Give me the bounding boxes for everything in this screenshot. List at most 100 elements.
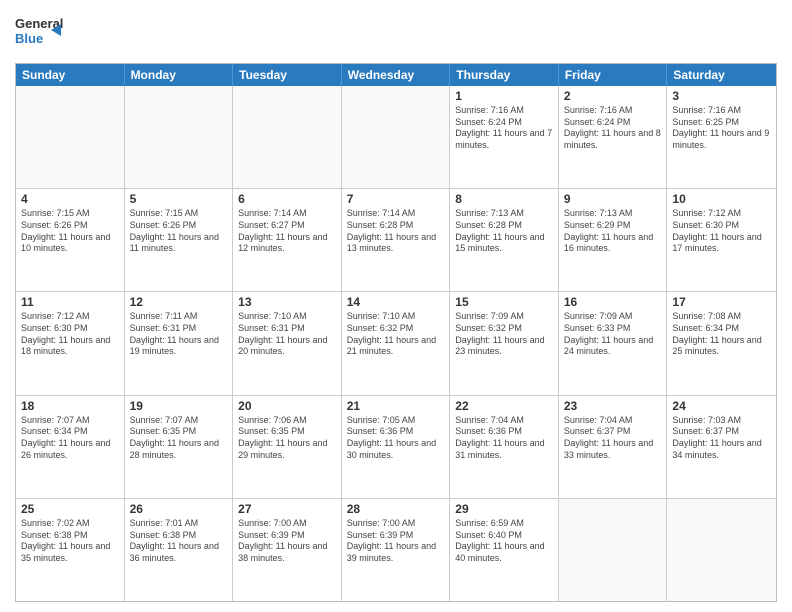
day-info: Sunrise: 7:00 AM Sunset: 6:39 PM Dayligh… — [238, 518, 336, 565]
day-info: Sunrise: 7:09 AM Sunset: 6:33 PM Dayligh… — [564, 311, 662, 358]
day-info: Sunrise: 7:07 AM Sunset: 6:35 PM Dayligh… — [130, 415, 228, 462]
header-cell-thursday: Thursday — [450, 64, 559, 86]
day-info: Sunrise: 7:07 AM Sunset: 6:34 PM Dayligh… — [21, 415, 119, 462]
day-info: Sunrise: 7:04 AM Sunset: 6:37 PM Dayligh… — [564, 415, 662, 462]
day-info: Sunrise: 7:03 AM Sunset: 6:37 PM Dayligh… — [672, 415, 771, 462]
day-cell-empty — [16, 86, 125, 188]
day-info: Sunrise: 7:05 AM Sunset: 6:36 PM Dayligh… — [347, 415, 445, 462]
day-cell-empty — [559, 499, 668, 601]
day-number: 3 — [672, 89, 771, 103]
day-number: 7 — [347, 192, 445, 206]
day-cell-12: 12 Sunrise: 7:11 AM Sunset: 6:31 PM Dayli… — [125, 292, 234, 394]
day-number: 5 — [130, 192, 228, 206]
day-cell-9: 9Sunrise: 7:13 AM Sunset: 6:29 PM Daylig… — [559, 189, 668, 291]
day-info: Sunrise: 7:12 AM Sunset: 6:30 PM Dayligh… — [21, 311, 119, 358]
day-info: Sunrise: 7:04 AM Sunset: 6:36 PM Dayligh… — [455, 415, 553, 462]
day-cell-22: 22 Sunrise: 7:04 AM Sunset: 6:36 PM Dayli… — [450, 396, 559, 498]
day-number: 13 — [238, 295, 336, 309]
calendar: SundayMondayTuesdayWednesdayThursdayFrid… — [15, 63, 777, 602]
day-number: 14 — [347, 295, 445, 309]
day-number: 20 — [238, 399, 336, 413]
day-number: 1 — [455, 89, 553, 103]
day-cell-13: 13 Sunrise: 7:10 AM Sunset: 6:31 PM Dayli… — [233, 292, 342, 394]
day-cell-empty — [125, 86, 234, 188]
day-cell-11: 11 Sunrise: 7:12 AM Sunset: 6:30 PM Dayli… — [16, 292, 125, 394]
day-info: Sunrise: 7:08 AM Sunset: 6:34 PM Dayligh… — [672, 311, 771, 358]
day-cell-empty — [342, 86, 451, 188]
day-number: 12 — [130, 295, 228, 309]
day-cell-8: 8 Sunrise: 7:13 AM Sunset: 6:28 PM Daylig… — [450, 189, 559, 291]
day-cell-empty — [667, 499, 776, 601]
day-cell-1: 1Sunrise: 7:16 AM Sunset: 6:24 PM Daylig… — [450, 86, 559, 188]
day-cell-empty — [233, 86, 342, 188]
day-number: 29 — [455, 502, 553, 516]
day-cell-24: 24 Sunrise: 7:03 AM Sunset: 6:37 PM Dayli… — [667, 396, 776, 498]
day-cell-25: 25 Sunrise: 7:02 AM Sunset: 6:38 PM Dayli… — [16, 499, 125, 601]
header-cell-tuesday: Tuesday — [233, 64, 342, 86]
day-cell-5: 5 Sunrise: 7:15 AM Sunset: 6:26 PM Daylig… — [125, 189, 234, 291]
day-number: 25 — [21, 502, 119, 516]
day-cell-27: 27 Sunrise: 7:00 AM Sunset: 6:39 PM Dayli… — [233, 499, 342, 601]
day-info: Sunrise: 7:13 AM Sunset: 6:28 PM Dayligh… — [455, 208, 553, 255]
header-cell-friday: Friday — [559, 64, 668, 86]
day-number: 16 — [564, 295, 662, 309]
day-cell-14: 14 Sunrise: 7:10 AM Sunset: 6:32 PM Dayli… — [342, 292, 451, 394]
day-number: 27 — [238, 502, 336, 516]
day-info: Sunrise: 7:12 AM Sunset: 6:30 PM Dayligh… — [672, 208, 771, 255]
logo: General Blue — [15, 10, 65, 55]
day-info: Sunrise: 7:06 AM Sunset: 6:35 PM Dayligh… — [238, 415, 336, 462]
day-info: Sunrise: 7:16 AM Sunset: 6:24 PM Dayligh… — [564, 105, 662, 152]
logo-svg: General Blue — [15, 10, 65, 55]
day-number: 28 — [347, 502, 445, 516]
calendar-week-3: 11 Sunrise: 7:12 AM Sunset: 6:30 PM Dayli… — [16, 292, 776, 395]
day-number: 2 — [564, 89, 662, 103]
header-cell-sunday: Sunday — [16, 64, 125, 86]
day-info: Sunrise: 7:00 AM Sunset: 6:39 PM Dayligh… — [347, 518, 445, 565]
day-number: 17 — [672, 295, 771, 309]
header-cell-saturday: Saturday — [667, 64, 776, 86]
day-info: Sunrise: 7:14 AM Sunset: 6:27 PM Dayligh… — [238, 208, 336, 255]
day-number: 11 — [21, 295, 119, 309]
day-number: 22 — [455, 399, 553, 413]
day-number: 24 — [672, 399, 771, 413]
day-cell-2: 2 Sunrise: 7:16 AM Sunset: 6:24 PM Daylig… — [559, 86, 668, 188]
day-cell-21: 21 Sunrise: 7:05 AM Sunset: 6:36 PM Dayli… — [342, 396, 451, 498]
day-info: Sunrise: 7:13 AM Sunset: 6:29 PM Dayligh… — [564, 208, 662, 255]
calendar-week-1: 1 Sunrise: 7:16 AM Sunset: 6:24 PM Daylig… — [16, 86, 776, 189]
calendar-week-2: 4 Sunrise: 7:15 AM Sunset: 6:26 PM Daylig… — [16, 189, 776, 292]
day-number: 21 — [347, 399, 445, 413]
svg-text:Blue: Blue — [15, 31, 43, 46]
day-number: 23 — [564, 399, 662, 413]
day-number: 26 — [130, 502, 228, 516]
day-info: Sunrise: 7:02 AM Sunset: 6:38 PM Dayligh… — [21, 518, 119, 565]
header-cell-wednesday: Wednesday — [342, 64, 451, 86]
day-cell-17: 17 Sunrise: 7:08 AM Sunset: 6:34 PM Dayli… — [667, 292, 776, 394]
day-cell-18: 18Sunrise: 7:07 AM Sunset: 6:34 PM Dayli… — [16, 396, 125, 498]
day-info: Sunrise: 7:16 AM Sunset: 6:25 PM Dayligh… — [672, 105, 771, 152]
day-info: Sunrise: 7:09 AM Sunset: 6:32 PM Dayligh… — [455, 311, 553, 358]
day-cell-29: 29 Sunrise: 6:59 AM Sunset: 6:40 PM Dayli… — [450, 499, 559, 601]
day-cell-16: 16 Sunrise: 7:09 AM Sunset: 6:33 PM Dayli… — [559, 292, 668, 394]
day-info: Sunrise: 7:15 AM Sunset: 6:26 PM Dayligh… — [21, 208, 119, 255]
day-cell-10: 10Sunrise: 7:12 AM Sunset: 6:30 PM Dayli… — [667, 189, 776, 291]
day-info: Sunrise: 7:10 AM Sunset: 6:32 PM Dayligh… — [347, 311, 445, 358]
day-number: 6 — [238, 192, 336, 206]
day-cell-20: 20 Sunrise: 7:06 AM Sunset: 6:35 PM Dayli… — [233, 396, 342, 498]
day-number: 8 — [455, 192, 553, 206]
calendar-header-row: SundayMondayTuesdayWednesdayThursdayFrid… — [16, 64, 776, 86]
calendar-body: 1 Sunrise: 7:16 AM Sunset: 6:24 PM Daylig… — [16, 86, 776, 601]
day-info: Sunrise: 7:15 AM Sunset: 6:26 PM Dayligh… — [130, 208, 228, 255]
day-info: Sunrise: 7:01 AM Sunset: 6:38 PM Dayligh… — [130, 518, 228, 565]
day-info: Sunrise: 6:59 AM Sunset: 6:40 PM Dayligh… — [455, 518, 553, 565]
day-cell-28: 28 Sunrise: 7:00 AM Sunset: 6:39 PM Dayli… — [342, 499, 451, 601]
calendar-week-5: 25 Sunrise: 7:02 AM Sunset: 6:38 PM Dayli… — [16, 499, 776, 601]
day-info: Sunrise: 7:11 AM Sunset: 6:31 PM Dayligh… — [130, 311, 228, 358]
day-number: 4 — [21, 192, 119, 206]
header-cell-monday: Monday — [125, 64, 234, 86]
day-cell-23: 23 Sunrise: 7:04 AM Sunset: 6:37 PM Dayli… — [559, 396, 668, 498]
day-info: Sunrise: 7:10 AM Sunset: 6:31 PM Dayligh… — [238, 311, 336, 358]
day-info: Sunrise: 7:14 AM Sunset: 6:28 PM Dayligh… — [347, 208, 445, 255]
day-cell-3: 3 Sunrise: 7:16 AM Sunset: 6:25 PM Daylig… — [667, 86, 776, 188]
day-number: 15 — [455, 295, 553, 309]
calendar-week-4: 18Sunrise: 7:07 AM Sunset: 6:34 PM Dayli… — [16, 396, 776, 499]
